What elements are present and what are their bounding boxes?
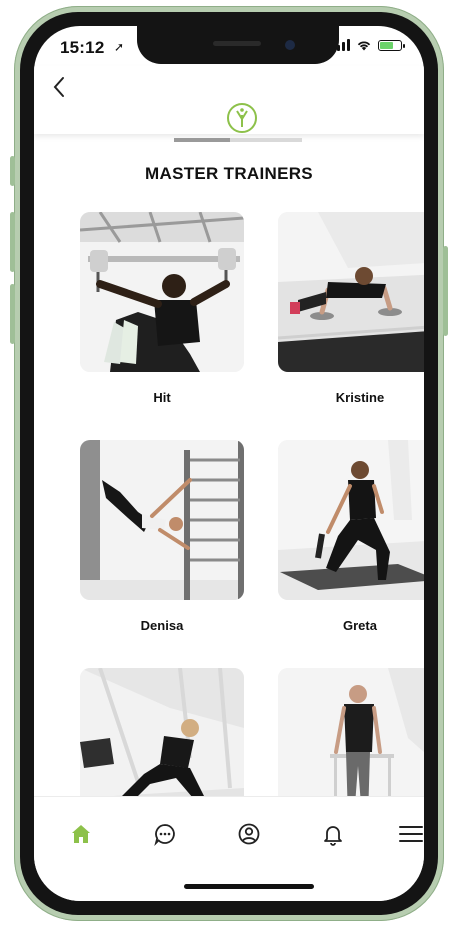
location-icon: ➚ (114, 40, 125, 54)
trainer-name: Denisa (140, 618, 184, 633)
side-button (10, 284, 15, 344)
trainer-name: Kristine (335, 390, 385, 405)
home-icon (72, 825, 90, 843)
tab-profile[interactable] (232, 817, 266, 851)
chat-icon (154, 824, 175, 846)
side-button (10, 156, 15, 186)
scroll-indicator-thumb (174, 138, 230, 142)
profile-icon (238, 823, 260, 845)
back-button[interactable] (52, 74, 66, 105)
phone-frame: 15:12 ➚ MASTER TRAINERS Hit Kristine Den… (10, 6, 448, 921)
camera (285, 40, 295, 50)
trainer-card[interactable]: Hit (80, 212, 244, 405)
page-title: MASTER TRAINERS (145, 164, 313, 183)
trainer-photo (80, 212, 244, 372)
scroll-indicator (174, 138, 302, 142)
tab-menu[interactable] (394, 817, 424, 851)
tab-bar (34, 796, 424, 901)
trainer-photo (278, 212, 424, 372)
trainer-photo (80, 440, 244, 600)
screen: 15:12 ➚ MASTER TRAINERS Hit Kristine Den… (34, 26, 424, 901)
back-chevron-icon (53, 77, 64, 97)
phone-bezel: 15:12 ➚ MASTER TRAINERS Hit Kristine Den… (20, 12, 438, 915)
menu-icon (399, 826, 423, 842)
wifi-icon (357, 41, 371, 51)
status-icons (332, 39, 405, 51)
tab-notifications[interactable] (316, 817, 350, 851)
tab-chat[interactable] (148, 817, 182, 851)
status-time: 15:12 (60, 38, 105, 57)
trainer-card[interactable]: Kristine (278, 212, 424, 405)
brand-logo-icon (227, 103, 257, 133)
trainer-card[interactable]: Denisa (80, 440, 244, 633)
trainer-name: Hit (153, 390, 171, 405)
home-indicator (184, 884, 314, 889)
trainer-name: Greta (343, 618, 377, 633)
trainer-photo (278, 440, 424, 600)
notch (137, 26, 339, 64)
tab-home[interactable] (64, 817, 98, 851)
bell-icon (324, 826, 342, 846)
speaker (213, 41, 261, 46)
trainer-card[interactable]: Greta (278, 440, 424, 633)
side-button (10, 212, 15, 272)
battery-icon (378, 39, 405, 51)
side-button (443, 246, 448, 336)
